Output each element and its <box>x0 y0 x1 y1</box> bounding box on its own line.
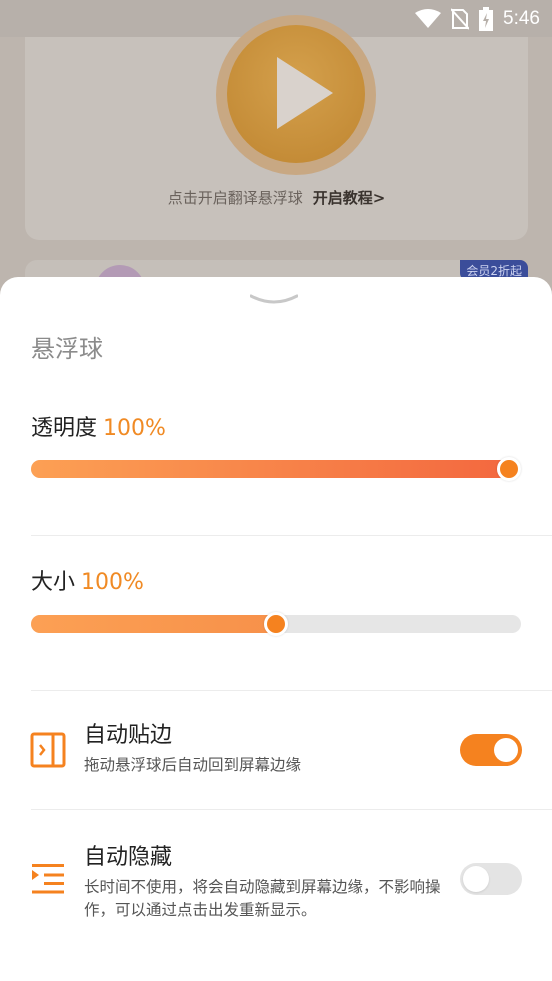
status-time: 5:46 <box>503 7 540 29</box>
toggle-knob <box>494 738 518 762</box>
no-sim-icon <box>451 7 470 30</box>
status-icons: 5:46 <box>415 0 540 37</box>
auto-hide-description: 长时间不使用，将会自动隐藏到屏幕边缘，不影响操作，可以通过点击出发重新显示。 <box>84 878 441 919</box>
toggle-knob <box>463 866 489 892</box>
divider <box>31 535 552 536</box>
auto-hide-title: 自动隐藏 <box>84 845 173 870</box>
size-slider-thumb[interactable] <box>264 612 288 636</box>
floating-ball-sheet: 悬浮球 透明度100% 大小100% 自动贴边 拖动悬浮球后自动回到屏幕边缘 <box>0 277 552 981</box>
opacity-slider[interactable] <box>31 457 521 481</box>
size-slider-fill <box>31 615 276 633</box>
opacity-label: 透明度 <box>31 416 98 441</box>
opacity-label-row: 透明度 100% <box>31 410 166 442</box>
size-label-row: 大小 100% <box>31 564 144 596</box>
auto-snap-title: 自动贴边 <box>84 723 173 748</box>
divider <box>31 809 552 810</box>
size-value: 100% <box>81 570 144 595</box>
sheet-title: 悬浮球 <box>31 335 103 363</box>
size-label: 大小 <box>31 570 76 595</box>
opacity-value: 100% <box>103 416 166 441</box>
collapse-chevron-icon[interactable] <box>250 293 298 307</box>
opacity-slider-thumb[interactable] <box>497 457 521 481</box>
battery-charging-icon <box>479 6 494 31</box>
size-slider[interactable] <box>31 612 521 636</box>
auto-snap-description: 拖动悬浮球后自动回到屏幕边缘 <box>84 756 302 774</box>
divider <box>31 690 552 691</box>
hide-list-icon <box>32 864 64 894</box>
auto-snap-toggle[interactable] <box>460 734 522 766</box>
wifi-icon <box>415 8 442 28</box>
play-icon <box>277 57 333 129</box>
video-caption: 点击开启翻译悬浮球 开启教程> <box>25 187 528 208</box>
auto-hide-toggle[interactable] <box>460 863 522 895</box>
opacity-slider-fill <box>31 460 509 478</box>
snap-edge-icon <box>30 732 66 768</box>
caption-text: 点击开启翻译悬浮球 <box>167 189 303 207</box>
tutorial-link[interactable]: 开启教程> <box>313 189 386 207</box>
tutorial-video-card[interactable]: 点击开启翻译悬浮球 开启教程> <box>25 15 528 240</box>
